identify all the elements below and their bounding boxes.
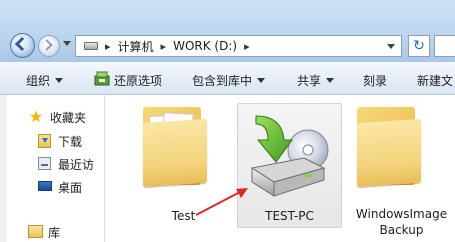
drive-icon	[84, 42, 98, 50]
organize-label: 组织	[26, 74, 51, 88]
nav-scrollbar[interactable]	[0, 95, 7, 242]
organize-menu[interactable]: 组织	[26, 72, 64, 89]
chevron-down-icon	[257, 78, 266, 83]
breadcrumb-separator[interactable]: ▸	[161, 40, 167, 53]
address-bar[interactable]: ▸ 计算机 ▸ WORK (D:) ▸	[75, 35, 402, 57]
nav-libraries-label: 库	[48, 226, 61, 240]
nav-recent[interactable]: 最近访	[0, 154, 105, 174]
folder-front	[143, 118, 207, 188]
folder-name: Test	[171, 209, 196, 223]
share-menu[interactable]: 共享	[297, 72, 335, 89]
command-toolbar: 组织 还原选项 包含到库中 共享 刻录 新建文	[0, 62, 455, 95]
backup-name: TEST-PC	[265, 209, 314, 223]
recent-pages-dropdown[interactable]	[63, 41, 71, 46]
new-folder-button[interactable]: 新建文	[417, 72, 453, 89]
folder-name-line1: WindowsImage	[355, 207, 448, 221]
backup-drive-icon	[250, 115, 329, 197]
nav-desktop-label: 桌面	[58, 181, 83, 195]
folder-item-windowsimagebackup[interactable]: WindowsImage Backup	[348, 101, 455, 237]
burn-button[interactable]: 刻录	[363, 72, 387, 89]
nav-favorites[interactable]: ★ 收藏夹	[0, 107, 105, 127]
refresh-button[interactable]: ↻	[408, 35, 430, 57]
breadcrumb-separator[interactable]: ▸	[105, 40, 111, 53]
nav-downloads[interactable]: 下载	[0, 131, 105, 151]
window-titlebar: ▸ 计算机 ▸ WORK (D:) ▸ ↻	[0, 0, 455, 62]
folder-front	[357, 118, 421, 188]
forward-button[interactable]	[38, 35, 60, 57]
nav-recent-label: 最近访	[58, 158, 95, 172]
search-input[interactable]	[434, 35, 455, 57]
restore-options-button[interactable]: 还原选项	[114, 72, 162, 89]
nav-downloads-label: 下载	[58, 135, 83, 149]
star-icon: ★	[28, 107, 44, 126]
breadcrumb-work-drive[interactable]: WORK (D:)	[173, 39, 237, 53]
chevron-down-icon	[326, 78, 335, 83]
libraries-icon	[28, 225, 43, 238]
back-button[interactable]	[10, 33, 35, 58]
desktop-icon	[38, 181, 52, 191]
chevron-down-icon	[55, 78, 64, 83]
folder-name-line2: Backup	[379, 223, 424, 237]
backup-item-test-pc[interactable]: TEST-PC	[237, 103, 342, 228]
address-history-dropdown[interactable]	[387, 44, 395, 49]
navigation-pane: ★ 收藏夹 下载 最近访 桌面 库	[0, 95, 105, 242]
nav-libraries[interactable]: 库	[0, 222, 105, 242]
downloads-icon	[38, 134, 51, 148]
nav-favorites-label: 收藏夹	[50, 111, 87, 125]
include-in-library-menu[interactable]: 包含到库中	[192, 72, 266, 89]
nav-desktop[interactable]: 桌面	[0, 177, 105, 197]
share-label: 共享	[297, 74, 322, 88]
breadcrumb-separator[interactable]: ▸	[244, 40, 250, 53]
breadcrumb-computer[interactable]: 计算机	[118, 38, 154, 55]
include-in-library-label: 包含到库中	[192, 74, 253, 88]
refresh-icon: ↻	[413, 38, 425, 54]
restore-icon	[94, 71, 110, 86]
recent-places-icon	[38, 157, 51, 170]
file-list: Test TEST-PC WindowsImage Backup	[106, 95, 455, 242]
folder-item-test[interactable]: Test	[136, 101, 231, 223]
